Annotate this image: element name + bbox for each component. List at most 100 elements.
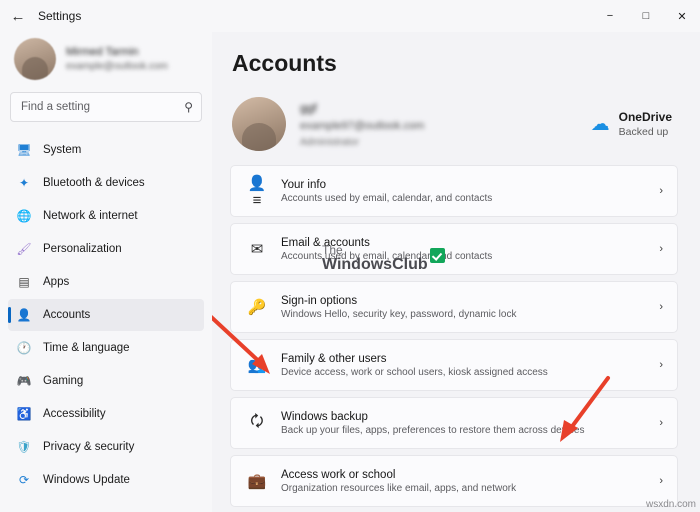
account-header: ggf example97@outlook.com Administrator … bbox=[230, 91, 678, 165]
settings-card-family-other-users[interactable]: 👥 Family & other users Device access, work… bbox=[230, 339, 678, 391]
settings-card-title: Windows backup bbox=[281, 410, 368, 423]
maximize-icon: □ bbox=[642, 10, 650, 22]
chevron-right-icon: › bbox=[659, 301, 663, 313]
chevron-right-icon: › bbox=[659, 185, 663, 197]
sidebar-icon-8: ♿ bbox=[16, 407, 32, 421]
search-icon: ⚲ bbox=[184, 100, 193, 114]
account-subtitle: Administrator bbox=[300, 136, 359, 148]
sidebar-item-label: Privacy & security bbox=[43, 441, 135, 453]
mail-icon: ✉ bbox=[250, 241, 264, 258]
sidebar-icon-10: ⟳ bbox=[18, 473, 30, 487]
minimize-icon: − bbox=[606, 10, 614, 22]
sidebar-item-accessibility[interactable]: ♿ Accessibility bbox=[8, 398, 204, 430]
avatar bbox=[14, 38, 56, 80]
chevron-right-icon: › bbox=[659, 243, 663, 255]
sidebar-item-label: Time & language bbox=[43, 342, 130, 354]
sidebar-item-gaming[interactable]: 🎮 Gaming bbox=[8, 365, 204, 397]
chevron-right-icon: › bbox=[659, 359, 663, 371]
main-content: Accounts ggf example97@outlook.com Admin… bbox=[212, 32, 700, 512]
settings-card-title: Your info bbox=[281, 178, 326, 191]
settings-card-your-info[interactable]: 👤≡ Your info Accounts used by email, calen… bbox=[230, 165, 678, 217]
account-avatar bbox=[232, 97, 286, 151]
sidebar-item-privacy-security[interactable]: 🛡 Privacy & security bbox=[8, 431, 204, 463]
settings-card-title: Family & other users bbox=[281, 352, 387, 365]
sidebar-item-apps[interactable]: ▤ Apps bbox=[8, 266, 204, 298]
account-text: ggf example97@outlook.com Administrator bbox=[300, 101, 424, 148]
onedrive-backup-status: Backed up bbox=[618, 126, 669, 138]
page-title: Accounts bbox=[232, 50, 337, 76]
settings-card-title: Email & accounts bbox=[281, 236, 370, 249]
close-button[interactable]: ✕ bbox=[664, 0, 700, 32]
sidebar-item-label: Personalization bbox=[43, 243, 122, 255]
sidebar-item-label: Accessibility bbox=[43, 408, 106, 420]
back-arrow-icon: ← bbox=[10, 7, 26, 25]
settings-card-title: Sign-in options bbox=[281, 294, 358, 307]
briefcase-icon: 💼 bbox=[247, 473, 267, 490]
settings-card-text: Family & other users Device access, work … bbox=[281, 353, 548, 378]
sidebar-item-accounts[interactable]: 👤 Accounts bbox=[8, 299, 204, 331]
sidebar-icon-3: 🖌 bbox=[16, 242, 32, 256]
sidebar-icon-0: 🖥 bbox=[16, 143, 32, 157]
window-controls: − □ ✕ bbox=[592, 0, 700, 32]
maximize-button[interactable]: □ bbox=[628, 0, 664, 32]
sidebar-item-system[interactable]: 🖥 System bbox=[8, 134, 204, 166]
close-icon: ✕ bbox=[677, 10, 687, 23]
settings-card-text: Your info Accounts used by email, calenda… bbox=[281, 179, 492, 204]
sidebar-item-label: Network & internet bbox=[43, 210, 138, 222]
settings-card-list: 👤≡ Your info Accounts used by email, calen… bbox=[230, 165, 678, 507]
account-name: ggf bbox=[300, 100, 317, 115]
settings-card-description: Accounts used by email, calendar, and co… bbox=[281, 192, 493, 204]
search-input[interactable] bbox=[19, 100, 181, 114]
settings-card-access-work-or-school[interactable]: 💼 Access work or school Organization resou… bbox=[230, 455, 678, 507]
sidebar: Mirmed Tarmin example@outlook.com ⚲ 🖥 Sys… bbox=[0, 32, 212, 512]
window-title: Settings bbox=[38, 9, 82, 23]
sidebar-icon-1: ✦ bbox=[18, 176, 30, 190]
account-email: example97@outlook.com bbox=[300, 119, 425, 132]
settings-card-title: Access work or school bbox=[281, 468, 396, 481]
sidebar-icon-4: ▤ bbox=[18, 275, 30, 289]
sidebar-item-label: Bluetooth & devices bbox=[43, 177, 145, 189]
onedrive-status[interactable]: ☁ OneDrive Backed up bbox=[591, 110, 676, 138]
onedrive-text: OneDrive Backed up bbox=[619, 110, 672, 138]
key-icon: 🔑 bbox=[247, 299, 267, 316]
sidebar-item-windows-update[interactable]: ⟳ Windows Update bbox=[8, 464, 204, 496]
cloud-icon: ☁ bbox=[590, 113, 610, 135]
title-bar: ← Settings − □ ✕ bbox=[0, 0, 700, 32]
sidebar-item-label: Apps bbox=[43, 276, 70, 288]
backup-icon: 🗘 bbox=[250, 412, 264, 430]
settings-window: ← Settings − □ ✕ Mirmed Tarmin example@o… bbox=[0, 0, 700, 512]
sidebar-item-label: Windows Update bbox=[43, 474, 130, 486]
settings-card-description: Accounts used by email, calendar, and co… bbox=[281, 250, 493, 262]
settings-card-text: Windows backup Back up your files, apps, … bbox=[281, 411, 584, 436]
settings-card-sign-in-options[interactable]: 🔑 Sign-in options Windows Hello, security … bbox=[230, 281, 678, 333]
settings-card-description: Back up your files, apps, preferences to… bbox=[281, 424, 585, 436]
settings-card-text: Sign-in options Windows Hello, security k… bbox=[281, 295, 516, 320]
minimize-button[interactable]: − bbox=[592, 0, 628, 32]
search-box[interactable]: ⚲ bbox=[10, 92, 202, 122]
settings-card-description: Windows Hello, security key, password, d… bbox=[281, 308, 517, 320]
chevron-right-icon: › bbox=[659, 475, 663, 487]
window-body: Mirmed Tarmin example@outlook.com ⚲ 🖥 Sys… bbox=[0, 32, 700, 512]
sidebar-item-personalization[interactable]: 🖌 Personalization bbox=[8, 233, 204, 265]
sidebar-icon-6: 🕐 bbox=[16, 341, 32, 355]
chevron-right-icon: › bbox=[659, 417, 663, 429]
family-users-icon: 👥 bbox=[247, 357, 267, 374]
sidebar-icon-2: 🌐 bbox=[16, 209, 32, 223]
sidebar-item-bluetooth-devices[interactable]: ✦ Bluetooth & devices bbox=[8, 167, 204, 199]
sidebar-item-time-language[interactable]: 🕐 Time & language bbox=[8, 332, 204, 364]
profile-email: example@outlook.com bbox=[66, 61, 168, 72]
corner-watermark: wsxdn.com bbox=[645, 499, 696, 510]
settings-card-email-accounts[interactable]: ✉ Email & accounts Accounts used by email,… bbox=[230, 223, 678, 275]
sidebar-nav: 🖥 System ✦ Bluetooth & devices 🌐 Network & in… bbox=[8, 134, 204, 496]
sidebar-item-network-internet[interactable]: 🌐 Network & internet bbox=[8, 200, 204, 232]
sidebar-item-label: Accounts bbox=[43, 309, 91, 321]
settings-card-description: Organization resources like email, apps,… bbox=[281, 482, 517, 494]
your-info-icon: 👤≡ bbox=[247, 174, 267, 209]
settings-card-text: Email & accounts Accounts used by email, … bbox=[281, 237, 492, 262]
settings-card-windows-backup[interactable]: 🗘 Windows backup Back up your files, apps,… bbox=[230, 397, 678, 449]
sidebar-item-label: Gaming bbox=[43, 375, 84, 387]
sidebar-icon-9: 🛡 bbox=[16, 440, 32, 454]
back-button[interactable]: ← bbox=[0, 0, 36, 32]
sidebar-profile[interactable]: Mirmed Tarmin example@outlook.com bbox=[8, 32, 204, 90]
sidebar-item-label: System bbox=[43, 144, 82, 156]
